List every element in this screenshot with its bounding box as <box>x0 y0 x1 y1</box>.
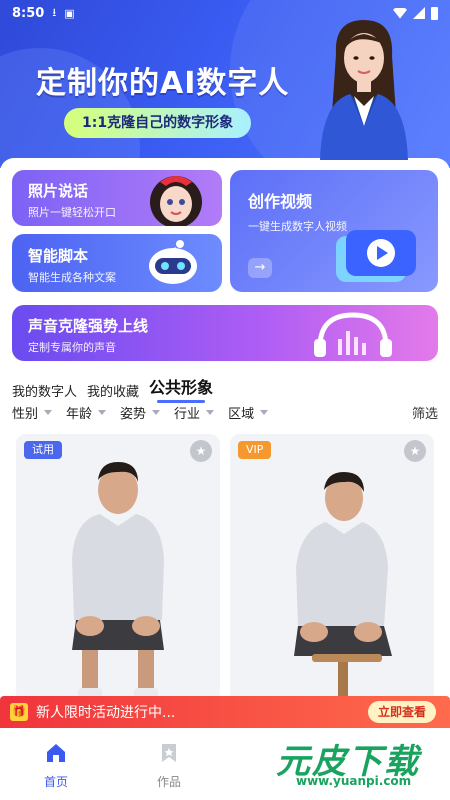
avatar-tabs: 我的数字人 我的收藏 公共形象 <box>12 374 213 403</box>
filter-pose[interactable]: 姿势 <box>120 403 161 422</box>
hero-title: 定制你的AI数字人 <box>36 66 290 101</box>
caret-down-icon <box>260 410 269 415</box>
vip-badge: VIP <box>238 441 272 459</box>
caret-down-icon <box>98 410 107 415</box>
arrow-right-icon[interactable]: → <box>248 258 272 278</box>
promo-text: 新人限时活动进行中... <box>36 705 176 721</box>
filter-button[interactable]: 筛选 <box>412 403 438 422</box>
download-status-icon: ⭳ <box>52 5 57 19</box>
voice-clone-title: 声音克隆强势上线 <box>28 317 149 335</box>
watermark: 元皮下载 www.yuanpi.com <box>266 728 446 796</box>
watermark-url: www.yuanpi.com <box>296 774 412 788</box>
seated-man-image <box>72 462 164 698</box>
status-time: 8:50 <box>12 5 45 21</box>
tab-public-avatars[interactable]: 公共形象 <box>149 374 213 403</box>
filter-gender[interactable]: 性别 <box>12 403 53 422</box>
filter-region[interactable]: 区域 <box>228 403 269 422</box>
filter-age-label: 年龄 <box>66 407 93 422</box>
star-icon[interactable]: ★ <box>190 440 212 462</box>
promo-banner[interactable]: 🎁 新人限时活动进行中... 立即查看 <box>0 696 450 728</box>
create-video-title: 创作视频 <box>248 192 313 211</box>
filter-pose-label: 姿势 <box>120 407 147 422</box>
view-now-button[interactable]: 立即查看 <box>367 701 436 723</box>
gift-icon: 🎁 <box>10 703 28 721</box>
bookmark-icon <box>162 744 176 762</box>
voice-clone-card[interactable]: 声音克隆强势上线 定制专属你的声音 <box>12 305 438 361</box>
home-icon <box>47 744 65 762</box>
photo-talk-title: 照片说话 <box>28 182 89 200</box>
caret-down-icon <box>152 410 161 415</box>
wifi-icon <box>393 7 407 19</box>
hero-badge: 1:1克隆自己的数字形象 <box>64 108 252 138</box>
filter-industry-label: 行业 <box>174 407 201 422</box>
seated-man-image <box>294 472 392 702</box>
video-player-icon <box>336 230 416 282</box>
nav-works[interactable]: 作品 <box>139 742 199 790</box>
smart-script-subtitle: 智能生成各种文案 <box>28 271 116 284</box>
nav-works-label: 作品 <box>156 775 181 789</box>
create-video-card[interactable]: 创作视频 一键生成数字人视频 → <box>230 170 438 292</box>
star-icon[interactable]: ★ <box>404 440 426 462</box>
main-panel: 照片说话 照片一键轻松开口 智能脚本 智能生成各种文案 创作视频 一键生成数字人… <box>0 158 450 718</box>
tab-my-digital-human[interactable]: 我的数字人 <box>12 381 77 400</box>
smart-script-card[interactable]: 智能脚本 智能生成各种文案 <box>12 234 222 292</box>
filter-gender-label: 性别 <box>12 407 39 422</box>
filter-region-label: 区域 <box>228 407 255 422</box>
cartoon-girl-icon <box>150 176 202 226</box>
smart-script-title: 智能脚本 <box>28 247 89 265</box>
caret-down-icon <box>44 410 53 415</box>
nav-home-label: 首页 <box>43 775 68 789</box>
signal-icon <box>413 7 425 19</box>
digital-human-woman-image <box>320 20 408 160</box>
headphones-icon <box>314 312 392 357</box>
voice-clone-subtitle: 定制专属你的声音 <box>28 341 116 354</box>
avatar-card-vip[interactable]: VIP ★ <box>230 434 434 702</box>
photo-talk-subtitle: 照片一键轻松开口 <box>28 206 116 219</box>
app-status-icon: ▣ <box>64 6 75 20</box>
status-bar: 8:50 ⭳ ▣ <box>12 4 438 22</box>
filter-bar: 性别 年龄 姿势 行业 区域 筛选 <box>12 403 438 422</box>
tab-my-favorites[interactable]: 我的收藏 <box>87 381 139 400</box>
nav-home[interactable]: 首页 <box>26 742 86 790</box>
hero-banner[interactable]: 8:50 ⭳ ▣ 定制你的AI数字人 1:1克隆自己的数字形象 <box>0 0 450 168</box>
trial-badge: 试用 <box>24 441 62 459</box>
robot-icon <box>149 240 197 284</box>
photo-talk-card[interactable]: 照片说话 照片一键轻松开口 <box>12 170 222 226</box>
battery-icon <box>431 6 438 20</box>
filter-age[interactable]: 年龄 <box>66 403 107 422</box>
avatar-card-trial[interactable]: 试用 ★ <box>16 434 220 702</box>
caret-down-icon <box>206 410 215 415</box>
filter-industry[interactable]: 行业 <box>174 403 215 422</box>
